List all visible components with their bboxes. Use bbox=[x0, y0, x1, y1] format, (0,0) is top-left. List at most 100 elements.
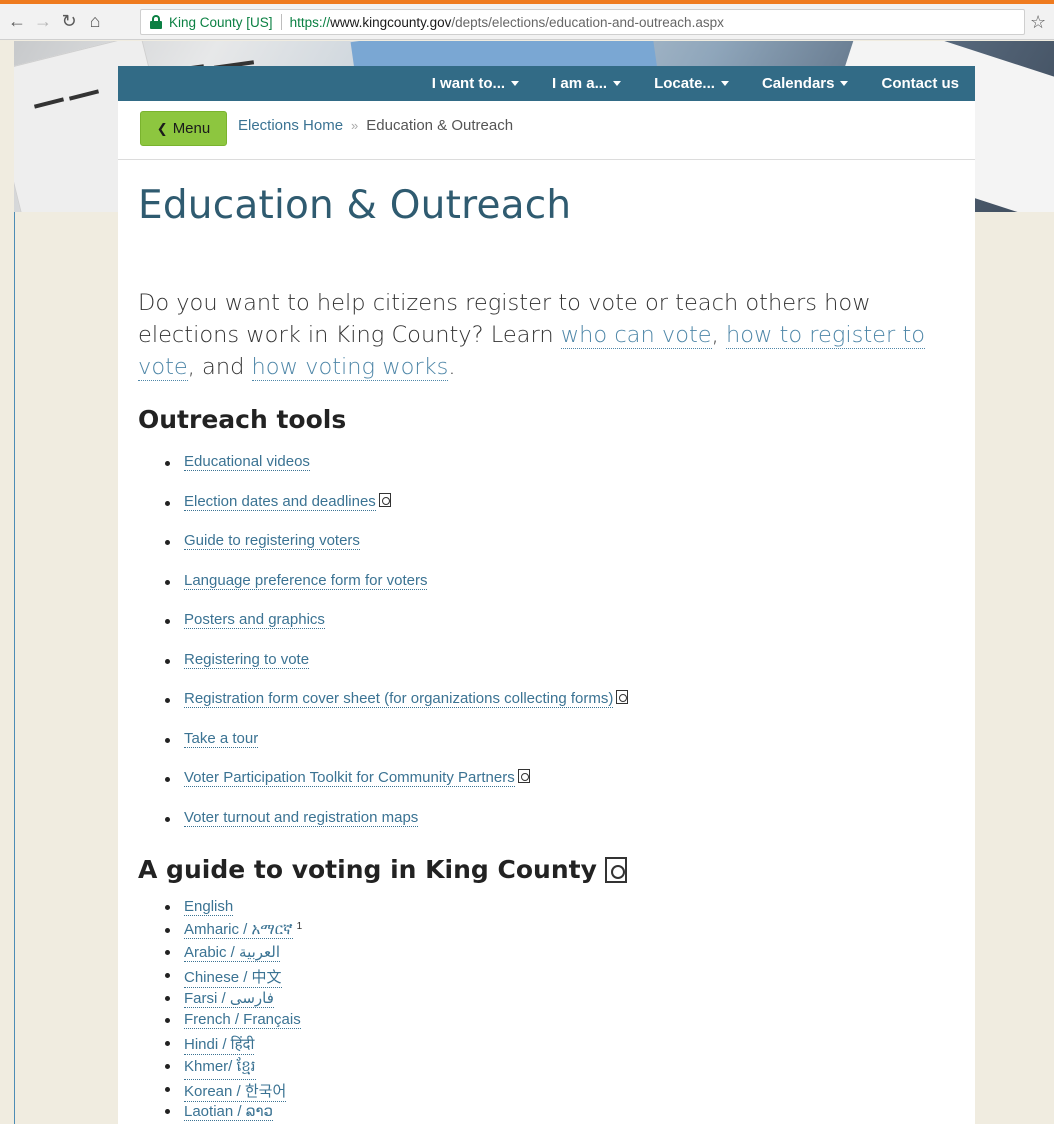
bullet bbox=[165, 1018, 170, 1024]
address-bar[interactable]: King County [US] https://www.kingcounty.… bbox=[140, 9, 1025, 35]
link-turnout-maps[interactable]: Voter turnout and registration maps bbox=[184, 809, 419, 827]
intro-paragraph: Do you want to help citizens register to… bbox=[138, 287, 938, 383]
bullet bbox=[165, 540, 170, 545]
back-icon[interactable]: ← bbox=[4, 9, 30, 35]
bullet bbox=[165, 777, 170, 782]
nav-i-am-a[interactable]: I am a... bbox=[552, 75, 622, 92]
list-item: Registration form cover sheet (for organ… bbox=[165, 690, 629, 730]
pdf-icon bbox=[604, 856, 627, 883]
nav-label: I want to... bbox=[431, 75, 506, 92]
list-item: Arabic / العربية bbox=[165, 943, 302, 966]
list-item: Educational videos bbox=[165, 453, 628, 493]
link-lang-laotian[interactable]: Laotian / ລາວ bbox=[184, 1102, 274, 1122]
bullet bbox=[165, 950, 170, 956]
list-item: Hindi / हिंदी bbox=[165, 1034, 302, 1057]
nav-locate[interactable]: Locate... bbox=[654, 75, 729, 92]
list-item: Amharic / አማርኛ 1 bbox=[165, 921, 302, 944]
url-path: /depts/elections/education-and-outreach.… bbox=[451, 14, 724, 30]
language-list: English Amharic / አማርኛ 1 Arabic / العربية… bbox=[165, 898, 302, 1124]
star-icon[interactable]: ☆ bbox=[1030, 12, 1046, 33]
url-scheme: https:// bbox=[289, 14, 331, 30]
link-take-a-tour[interactable]: Take a tour bbox=[184, 730, 259, 748]
link-lang-french[interactable]: French / Français bbox=[184, 1011, 301, 1030]
link-guide-registering[interactable]: Guide to registering voters bbox=[184, 532, 360, 550]
caret-down-icon bbox=[720, 81, 729, 86]
list-item: Chinese / 中文 bbox=[165, 966, 302, 989]
link-lang-english[interactable]: English bbox=[184, 898, 234, 916]
breadcrumb-elections-home[interactable]: Elections Home bbox=[238, 117, 343, 134]
nav-i-want-to[interactable]: I want to... bbox=[431, 75, 520, 92]
link-educational-videos[interactable]: Educational videos bbox=[184, 453, 310, 471]
link-lang-khmer[interactable]: Khmer/ ខ្មែរ bbox=[184, 1057, 256, 1080]
list-item: Farsi / فارسی bbox=[165, 989, 302, 1012]
link-registering-to-vote[interactable]: Registering to vote bbox=[184, 651, 310, 669]
bullet bbox=[165, 816, 170, 822]
link-who-can-vote[interactable]: who can vote bbox=[560, 322, 712, 349]
nav-label: Calendars bbox=[761, 75, 835, 92]
page-left-border bbox=[14, 212, 15, 1124]
bullet bbox=[165, 995, 170, 1001]
bullet bbox=[165, 579, 170, 585]
breadcrumb-current: Education & Outreach bbox=[366, 117, 514, 134]
reload-icon[interactable]: ↻ bbox=[56, 9, 82, 35]
list-item: Posters and graphics bbox=[165, 611, 628, 651]
list-item: Khmer/ ខ្មែរ bbox=[165, 1057, 302, 1080]
link-lang-farsi[interactable]: Farsi / فارسی bbox=[184, 989, 274, 1008]
pdf-icon bbox=[616, 690, 629, 704]
breadcrumb-separator: » bbox=[351, 118, 359, 133]
list-item: Registering to vote bbox=[165, 651, 628, 691]
bullet bbox=[165, 619, 170, 624]
forward-icon[interactable]: → bbox=[30, 9, 56, 35]
bullet bbox=[165, 1109, 170, 1115]
list-item: Take a tour bbox=[165, 730, 628, 770]
nav-calendars[interactable]: Calendars bbox=[762, 75, 849, 92]
nav-label: Locate... bbox=[654, 75, 715, 92]
list-item: French / Français bbox=[165, 1011, 302, 1034]
list-item: Guide to registering voters bbox=[165, 532, 628, 572]
menu-button[interactable]: ❮ Menu bbox=[140, 111, 227, 146]
bullet bbox=[165, 1041, 170, 1047]
bullet bbox=[165, 658, 170, 664]
list-item: Voter turnout and registration maps bbox=[165, 809, 628, 849]
link-posters-graphics[interactable]: Posters and graphics bbox=[184, 611, 325, 629]
bullet bbox=[165, 698, 170, 703]
caret-down-icon bbox=[840, 81, 849, 86]
outreach-tools-list: Educational videos Election dates and de… bbox=[165, 453, 629, 849]
nav-contact-us[interactable]: Contact us bbox=[881, 75, 959, 92]
home-icon[interactable]: ⌂ bbox=[82, 9, 108, 35]
bullet bbox=[165, 737, 170, 743]
bullet bbox=[165, 927, 170, 933]
link-election-dates[interactable]: Election dates and deadlines bbox=[184, 493, 376, 511]
link-registration-cover-sheet[interactable]: Registration form cover sheet (for organ… bbox=[184, 690, 614, 708]
breadcrumb-bar: ❮ Menu Elections Home » Education & Outr… bbox=[118, 101, 975, 160]
link-voter-toolkit[interactable]: Voter Participation Toolkit for Communit… bbox=[184, 769, 515, 787]
link-lang-hindi[interactable]: Hindi / हिंदी bbox=[184, 1034, 255, 1056]
certificate-label[interactable]: King County [US] bbox=[169, 15, 273, 30]
pdf-icon bbox=[517, 769, 530, 783]
link-lang-amharic[interactable]: Amharic / አማርኛ bbox=[184, 921, 293, 939]
link-lang-arabic[interactable]: Arabic / العربية bbox=[184, 943, 281, 963]
content-panel: ❮ Menu Elections Home » Education & Outr… bbox=[118, 101, 975, 1124]
link-lang-korean[interactable]: Korean / 한국어 bbox=[184, 1080, 287, 1102]
bullet bbox=[165, 1086, 170, 1092]
intro-and: , and bbox=[187, 354, 252, 380]
nav-label: Contact us bbox=[881, 75, 959, 92]
list-item: Voter Participation Toolkit for Communit… bbox=[165, 769, 628, 809]
link-how-voting-works[interactable]: how voting works bbox=[251, 354, 449, 381]
menu-button-label: Menu bbox=[172, 120, 211, 137]
link-lang-chinese[interactable]: Chinese / 中文 bbox=[184, 966, 282, 989]
list-item: Language preference form for voters bbox=[165, 572, 628, 612]
intro-comma: , bbox=[711, 322, 726, 348]
list-item: Korean / 한국어 bbox=[165, 1080, 302, 1103]
bullet bbox=[165, 500, 170, 506]
list-item: Laotian / ລາວ bbox=[165, 1102, 302, 1124]
bullet bbox=[165, 1063, 170, 1069]
list-item: Election dates and deadlines bbox=[165, 492, 628, 533]
bullet bbox=[165, 461, 170, 466]
page-title: Education & Outreach bbox=[138, 183, 572, 228]
browser-toolbar: ← → ↻ ⌂ King County [US] https://www.kin… bbox=[0, 4, 1054, 40]
chevron-left-icon: ❮ bbox=[156, 120, 168, 136]
link-language-preference[interactable]: Language preference form for voters bbox=[184, 572, 428, 590]
list-item: English bbox=[165, 898, 302, 921]
outreach-tools-heading: Outreach tools bbox=[138, 405, 347, 434]
